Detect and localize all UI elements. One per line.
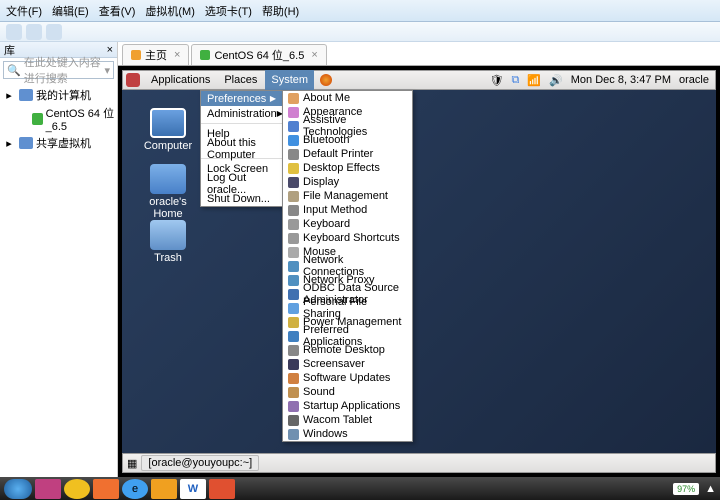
preferences-item[interactable]: Keyboard Shortcuts xyxy=(283,231,412,245)
preferences-item[interactable]: Startup Applications xyxy=(283,399,412,413)
vm-tree: ▸我的计算机CentOS 64 位_6.5▸共享虚拟机 xyxy=(0,82,117,156)
tray-icon[interactable]: ▲ xyxy=(705,483,716,495)
close-icon[interactable]: × xyxy=(311,49,317,61)
tab[interactable]: CentOS 64 位_6.5× xyxy=(191,44,326,65)
preferences-item[interactable]: Wacom Tablet xyxy=(283,413,412,427)
preferences-submenu: About MeAppearanceAssistive Technologies… xyxy=(282,90,413,442)
menu-item[interactable]: 帮助(H) xyxy=(262,3,299,19)
user-menu[interactable]: oracle xyxy=(679,74,709,86)
gnome-top-panel: ApplicationsPlacesSystem 🛡 ⧉ 📶 🔊 Mon Dec… xyxy=(122,70,716,90)
close-icon[interactable]: × xyxy=(107,44,113,56)
guest-desktop: ApplicationsPlacesSystem 🛡 ⧉ 📶 🔊 Mon Dec… xyxy=(118,66,720,477)
show-desktop-icon[interactable]: ▦ xyxy=(127,457,137,470)
menu-item[interactable]: 选项卡(T) xyxy=(205,3,252,19)
start-button[interactable] xyxy=(4,479,32,499)
preferences-item[interactable]: Keyboard xyxy=(283,217,412,231)
menu-item[interactable]: 查看(V) xyxy=(99,3,136,19)
system-menu-item[interactable]: Preferences▶ xyxy=(201,91,282,106)
close-icon[interactable]: × xyxy=(174,49,180,61)
system-menu-item[interactable]: About this Computer xyxy=(201,141,282,156)
tab[interactable]: 主页× xyxy=(122,44,189,65)
sidebar-title: 库 xyxy=(4,42,15,58)
battery-indicator[interactable]: 97% xyxy=(673,483,699,495)
preferences-item[interactable]: Display xyxy=(283,175,412,189)
gnome-menu-system[interactable]: System xyxy=(265,70,314,90)
toolbar-button[interactable] xyxy=(26,24,42,40)
taskbar-app[interactable]: e xyxy=(122,479,148,499)
preferences-item[interactable]: Personal File Sharing xyxy=(283,301,412,315)
desktop-icon-oracle-s-home[interactable]: oracle's Home xyxy=(138,164,198,220)
system-tray: 97% ▲ xyxy=(673,483,716,495)
preferences-item[interactable]: Network Connections xyxy=(283,259,412,273)
toolbar-button[interactable] xyxy=(46,24,62,40)
gnome-bottom-panel: ▦ [oracle@youyoupc:~] xyxy=(122,453,716,473)
menu-item[interactable]: 编辑(E) xyxy=(52,3,89,19)
search-input[interactable]: 🔍在此处键入内容进行搜索▾ xyxy=(3,61,114,79)
library-sidebar: 库 × 🔍在此处键入内容进行搜索▾ ▸我的计算机CentOS 64 位_6.5▸… xyxy=(0,42,118,477)
taskbar-app[interactable] xyxy=(151,479,177,499)
menu-item[interactable]: 虚拟机(M) xyxy=(145,3,195,19)
preferences-item[interactable]: About Me xyxy=(283,91,412,105)
system-menu-item[interactable]: Log Out oracle... xyxy=(201,176,282,191)
firefox-icon[interactable] xyxy=(320,74,332,86)
preferences-item[interactable]: Assistive Technologies xyxy=(283,119,412,133)
host-toolbar xyxy=(0,22,720,42)
preferences-item[interactable]: Screensaver xyxy=(283,357,412,371)
network-icon[interactable]: 📶 xyxy=(527,74,541,87)
preferences-item[interactable]: Sound xyxy=(283,385,412,399)
vm-panel: 主页×CentOS 64 位_6.5× ApplicationsPlacesSy… xyxy=(118,42,720,477)
centos-icon[interactable] xyxy=(126,73,140,87)
tree-item[interactable]: ▸共享虚拟机 xyxy=(2,134,115,152)
preferences-item[interactable]: Default Printer xyxy=(283,147,412,161)
system-menu-item[interactable]: Shut Down... xyxy=(201,191,282,206)
desktop-icon-trash[interactable]: Trash xyxy=(138,220,198,264)
menu-item[interactable]: 文件(F) xyxy=(6,3,42,19)
gnome-desktop-area[interactable]: Preferences▶Administration▶HelpAbout thi… xyxy=(122,90,716,453)
tree-item[interactable]: ▸我的计算机 xyxy=(2,86,115,104)
tree-item[interactable]: CentOS 64 位_6.5 xyxy=(2,104,115,134)
taskbar-app[interactable] xyxy=(209,479,235,499)
gnome-menu-places[interactable]: Places xyxy=(218,70,263,90)
system-menu-item[interactable]: Administration▶ xyxy=(201,106,282,121)
update-icon[interactable]: 🛡 xyxy=(490,74,504,87)
taskbar-app[interactable] xyxy=(64,479,90,499)
preferences-item[interactable]: Software Updates xyxy=(283,371,412,385)
tab-strip: 主页×CentOS 64 位_6.5× xyxy=(118,42,720,66)
toolbar-button[interactable] xyxy=(6,24,22,40)
taskbar-app[interactable]: W xyxy=(180,479,206,499)
volume-icon[interactable]: 🔊 xyxy=(549,74,563,87)
taskbar-app[interactable] xyxy=(93,479,119,499)
system-menu: Preferences▶Administration▶HelpAbout thi… xyxy=(200,90,283,207)
preferences-item[interactable]: Desktop Effects xyxy=(283,161,412,175)
preferences-item[interactable]: Preferred Applications xyxy=(283,329,412,343)
taskbar-app[interactable] xyxy=(35,479,61,499)
gnome-menu-applications[interactable]: Applications xyxy=(145,70,216,90)
preferences-item[interactable]: Input Method xyxy=(283,203,412,217)
preferences-item[interactable]: Windows xyxy=(283,427,412,441)
windows-taskbar: e W 97% ▲ xyxy=(0,477,720,500)
taskbar-window[interactable]: [oracle@youyoupc:~] xyxy=(141,455,259,471)
host-menubar: 文件(F) 编辑(E) 查看(V) 虚拟机(M) 选项卡(T) 帮助(H) xyxy=(0,0,720,22)
preferences-item[interactable]: File Management xyxy=(283,189,412,203)
clock[interactable]: Mon Dec 8, 3:47 PM xyxy=(571,74,671,86)
bluetooth-icon[interactable]: ⧉ xyxy=(511,74,519,87)
desktop-icon-computer[interactable]: Computer xyxy=(138,108,198,152)
